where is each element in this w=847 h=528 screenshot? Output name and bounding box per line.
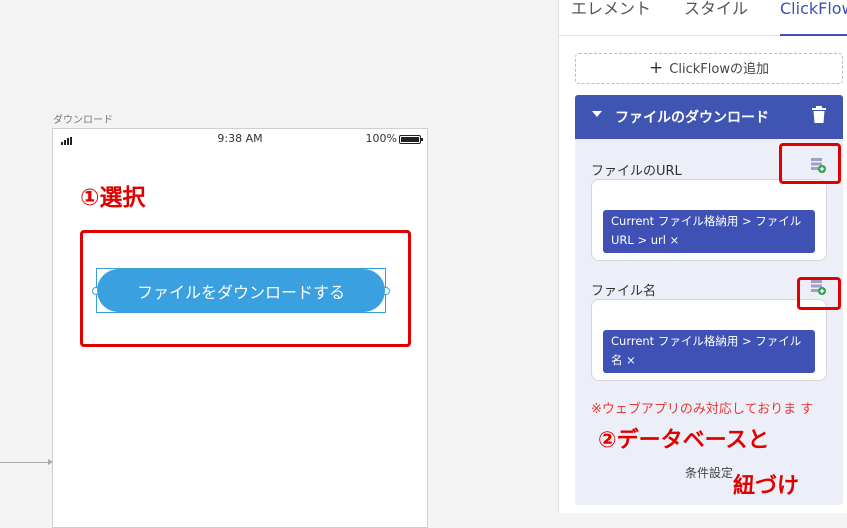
annotation-box-selection (80, 230, 411, 347)
field-label-filename: ファイル名 (591, 284, 657, 299)
chip-line: 名 × (611, 353, 636, 367)
chip-line: Current ファイル格納用 > ファイル (611, 334, 802, 348)
status-bar: 9:38 AM 100% (53, 129, 427, 151)
card-header[interactable]: ファイルのダウンロード (575, 95, 843, 139)
filename-field[interactable]: Current ファイル格納用 > ファイル 名 × (591, 299, 827, 381)
annotation-box-filename-db (797, 277, 841, 310)
add-clickflow-label: ClickFlowの追加 (669, 62, 769, 77)
url-binding-chip[interactable]: Current ファイル格納用 > ファイル URL > url × (603, 210, 815, 253)
annotation-step2: ②データベースと (598, 428, 770, 453)
annotation-box-url-db (779, 143, 841, 184)
chip-line: Current ファイル格納用 > ファイル (611, 214, 802, 228)
url-field[interactable]: Current ファイル格納用 > ファイル URL > url × (591, 179, 827, 261)
trash-icon[interactable] (811, 106, 827, 124)
panel-tabs: エレメント スタイル ClickFlow (559, 0, 847, 36)
annotation-step1: ①選択 (80, 185, 146, 211)
battery-icon (399, 135, 423, 144)
tab-element[interactable]: エレメント (571, 0, 651, 36)
filename-binding-chip[interactable]: Current ファイル格納用 > ファイル 名 × (603, 330, 815, 373)
webapp-only-note: ※ウェブアプリのみ対応しておりま す (591, 402, 814, 417)
flow-connector-arrow (0, 459, 53, 465)
field-label-url: ファイルのURL (591, 164, 682, 179)
battery-percent: 100% (365, 132, 397, 145)
collapse-caret-icon[interactable] (592, 111, 602, 117)
condition-settings-link[interactable]: 条件設定 (575, 464, 843, 481)
annotation-step3: 紐づけ (733, 474, 800, 499)
screen-label: ダウンロード (53, 115, 113, 126)
add-clickflow-button[interactable]: + ClickFlowの追加 (575, 53, 843, 84)
card-title: ファイルのダウンロード (615, 110, 769, 126)
tab-style[interactable]: スタイル (684, 0, 748, 36)
tab-clickflow[interactable]: ClickFlow (780, 0, 847, 36)
chip-line: URL > url × (611, 233, 680, 247)
plus-icon: + (649, 58, 664, 78)
